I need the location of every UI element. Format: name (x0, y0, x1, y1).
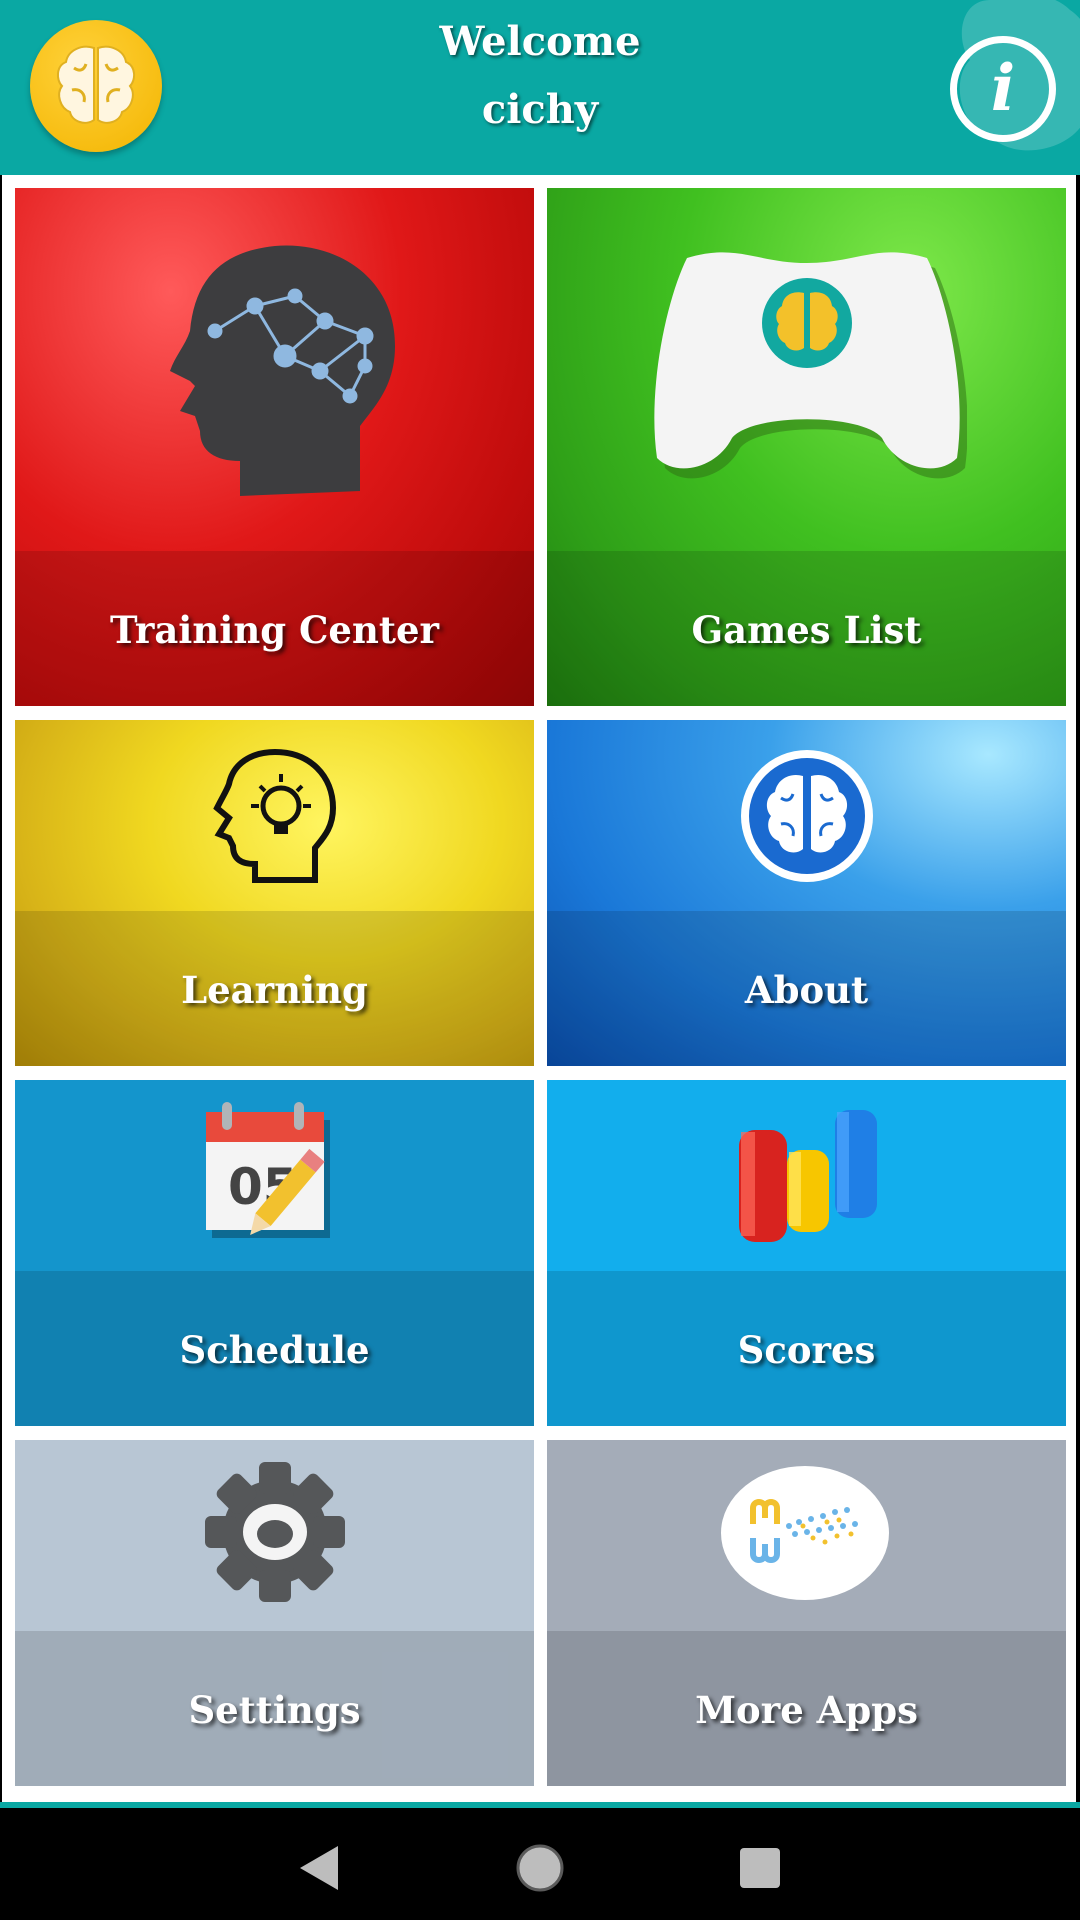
app-header: Welcome cichy i (0, 0, 1080, 175)
tile-learning[interactable]: Learning (15, 720, 534, 1066)
system-nav-bar (0, 1808, 1080, 1920)
tile-label: About (744, 968, 869, 1012)
gamepad-icon (654, 252, 967, 479)
gear-icon (205, 1462, 345, 1602)
tile-schedule[interactable]: 05 Schedule (15, 1080, 534, 1426)
tile-scores[interactable]: Scores (547, 1080, 1066, 1426)
tile-more-apps[interactable]: More Apps (547, 1440, 1066, 1786)
info-icon: i (990, 51, 1016, 126)
brain-icon (56, 45, 136, 124)
recents-square-icon[interactable] (730, 1838, 790, 1898)
tile-label: Learning (181, 968, 368, 1012)
tile-label: Schedule (179, 1328, 370, 1372)
app-logo-button[interactable] (30, 20, 162, 152)
tile-label: Games List (691, 608, 922, 652)
tile-label: Training Center (110, 608, 439, 652)
developer-logo-icon (721, 1466, 889, 1600)
tile-label: Scores (737, 1328, 876, 1372)
tile-label: Settings (188, 1688, 361, 1732)
info-button[interactable]: i (950, 36, 1056, 142)
username-text: cichy (481, 86, 599, 133)
back-triangle-icon[interactable] (290, 1838, 350, 1898)
bar-chart-icon (739, 1110, 877, 1242)
tile-games-list[interactable]: Games List (547, 188, 1066, 706)
brain-circle-icon (741, 750, 873, 882)
tile-training-center[interactable]: Training Center (15, 188, 534, 706)
tile-settings[interactable]: Settings (15, 1440, 534, 1786)
head-network-icon (170, 245, 395, 496)
home-circle-icon[interactable] (510, 1838, 570, 1898)
head-lightbulb-icon (213, 748, 337, 883)
calendar-icon: 05 (206, 1102, 330, 1238)
tile-label: More Apps (695, 1688, 918, 1732)
welcome-text: Welcome (439, 18, 641, 65)
tile-about[interactable]: About (547, 720, 1066, 1066)
